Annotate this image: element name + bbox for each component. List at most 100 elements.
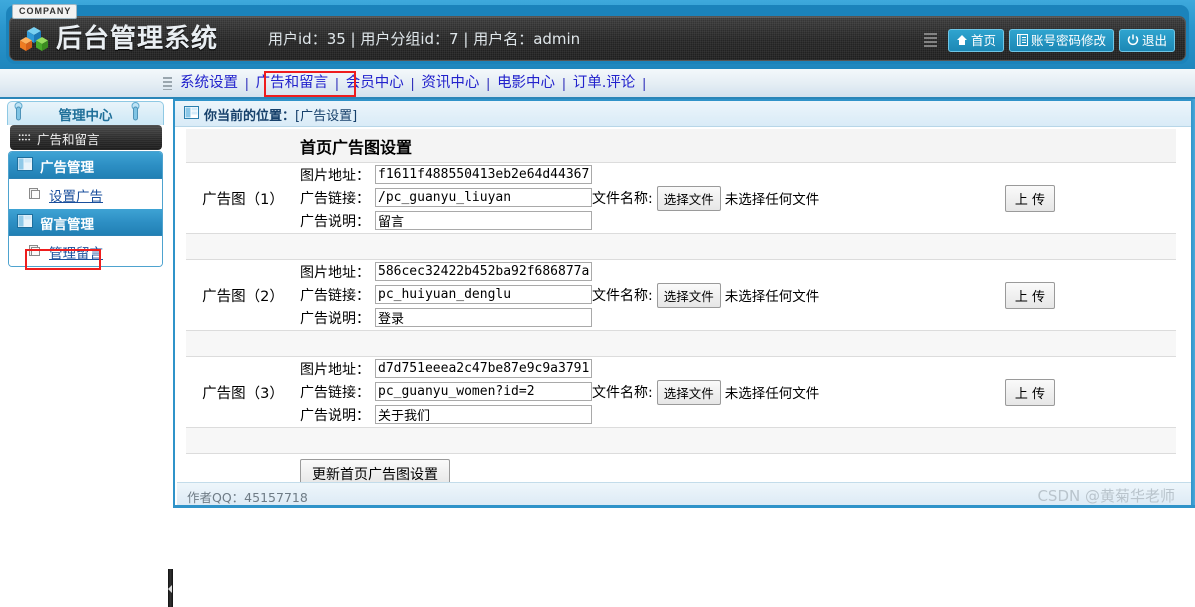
sidebar-section-label: 广告和留言 (37, 132, 100, 147)
home-icon (956, 34, 968, 46)
logout-button-label: 退出 (1141, 32, 1167, 48)
field-label-image-path: 图片地址： (300, 361, 370, 378)
note-icon (1016, 34, 1028, 46)
sidebar-group-label: 留言管理 (40, 217, 94, 233)
change-password-button[interactable]: 账号密码修改 (1008, 28, 1114, 52)
app-window: COMPANY 后台管理系统 用户id：35 | 用户分组id：7 | 用户名：… (0, 0, 1195, 607)
breadcrumb: 你当前的位置：[广告设置] (175, 101, 1195, 127)
table-spacer-row (186, 233, 1176, 260)
field-image-path: 图片地址： (300, 261, 592, 283)
image-path-input[interactable] (375, 165, 592, 184)
breadcrumb-current: [广告设置] (295, 109, 358, 124)
field-ad-desc: 广告说明： (300, 307, 592, 329)
spacer-cell (186, 330, 1176, 357)
sidebar-group-message-management[interactable]: 留言管理 (9, 209, 162, 236)
company-tag: COMPANY (12, 4, 78, 19)
sidebar-menu-panel: 广告管理 设置广告 留言管理 管理留言 (8, 151, 163, 267)
sidebar-splitter-handle[interactable] (168, 569, 173, 607)
field-label-ad-link: 广告链接： (300, 384, 370, 401)
sidebar: 管理中心 广告和留言 广告管理 设置广告 留言管理 管理留言 (0, 99, 173, 607)
spacer-cell (186, 233, 1176, 260)
ad-link-input[interactable] (375, 382, 592, 401)
file-name-label: 文件名称: (592, 191, 653, 207)
ad-row-label: 广告图（2） (186, 259, 300, 331)
power-icon (1127, 34, 1139, 46)
pin-left-icon (13, 102, 24, 121)
table-row: 广告图（2） 图片地址： 广告链接： 广告说明： (186, 259, 1176, 331)
ad-desc-input[interactable] (375, 405, 592, 424)
sidebar-item-label: 管理留言 (49, 246, 103, 262)
location-icon (184, 106, 199, 119)
field-ad-desc: 广告说明： (300, 404, 592, 426)
no-file-chosen-text: 未选择任何文件 (724, 386, 820, 402)
main-nav-items: 系统设置 | 广告和留言 | 会员中心 | 资讯中心 | 电影中心 | 订单.评… (163, 69, 647, 97)
sidebar-item-manage-messages[interactable]: 管理留言 (9, 236, 162, 266)
field-ad-link: 广告链接： (300, 381, 592, 403)
nav-item-news-center[interactable]: 资讯中心 (415, 69, 485, 97)
page-icon (29, 188, 41, 200)
header-bar: 后台管理系统 用户id：35 | 用户分组id：7 | 用户名：admin 首页… (9, 16, 1186, 61)
ad-desc-input[interactable] (375, 211, 592, 230)
upload-button[interactable]: 上 传 (1004, 378, 1056, 406)
field-label-ad-desc: 广告说明： (300, 407, 370, 424)
sidebar-item-label: 设置广告 (49, 189, 103, 205)
ad-link-input[interactable] (375, 188, 592, 207)
file-name-label: 文件名称: (592, 288, 653, 304)
ad-row-fields: 图片地址： 广告链接： 广告说明： (300, 259, 592, 331)
nav-grip-icon (163, 76, 172, 90)
ad-row-label: 广告图（1） (186, 162, 300, 234)
title-row-spacer (186, 129, 300, 163)
pin-right-icon (130, 102, 141, 121)
ad-row-fields: 图片地址： 广告链接： 广告说明： (300, 356, 592, 428)
panel-title: 首页广告图设置 (300, 137, 413, 157)
ad-row-upload-action: 上 传 (884, 356, 1176, 428)
ad-link-input[interactable] (375, 285, 592, 304)
ad-desc-input[interactable] (375, 308, 592, 327)
file-upload-group: 文件名称: 选择文件 未选择任何文件 (592, 282, 884, 308)
field-label-ad-link: 广告链接： (300, 190, 370, 207)
system-title: 后台管理系统 (56, 24, 219, 54)
nav-item-member-center[interactable]: 会员中心 (340, 69, 410, 97)
nav-item-orders-comments[interactable]: 订单.评论 (567, 69, 642, 97)
grid-dots-icon (18, 133, 31, 142)
field-label-ad-desc: 广告说明： (300, 213, 370, 230)
field-ad-desc: 广告说明： (300, 210, 592, 232)
panel-right-edge (1191, 99, 1195, 508)
field-label-ad-link: 广告链接： (300, 287, 370, 304)
main-nav: 系统设置 | 广告和留言 | 会员中心 | 资讯中心 | 电影中心 | 订单.评… (0, 69, 1195, 99)
ad-row-upload: 文件名称: 选择文件 未选择任何文件 (592, 356, 884, 428)
upload-button[interactable]: 上 传 (1004, 184, 1056, 212)
image-path-input[interactable] (375, 262, 592, 281)
author-qq: 作者QQ：45157718 (187, 490, 308, 505)
ad-row-label: 广告图（3） (186, 356, 300, 428)
sidebar-group-ad-management[interactable]: 广告管理 (9, 152, 162, 179)
field-image-path: 图片地址： (300, 358, 592, 380)
field-label-image-path: 图片地址： (300, 264, 370, 281)
nav-item-ads-and-messages[interactable]: 广告和留言 (250, 69, 335, 97)
no-file-chosen-text: 未选择任何文件 (724, 192, 820, 208)
window-icon (17, 214, 33, 228)
sidebar-item-set-ads[interactable]: 设置广告 (9, 179, 162, 209)
choose-file-button[interactable]: 选择文件 (656, 282, 721, 308)
page-icon (29, 245, 41, 257)
choose-file-button[interactable]: 选择文件 (656, 379, 721, 405)
spacer-cell (186, 427, 1176, 454)
breadcrumb-prefix: 你当前的位置： (204, 109, 296, 124)
choose-file-button[interactable]: 选择文件 (656, 185, 721, 211)
ad-row-fields: 图片地址： 广告链接： 广告说明： (300, 162, 592, 234)
ad-settings-table: 首页广告图设置 广告图（1） 图片地址： 广告链接： (186, 129, 1176, 495)
nav-item-system-settings[interactable]: 系统设置 (174, 69, 244, 97)
table-row: 广告图（3） 图片地址： 广告链接： 广告说明： (186, 356, 1176, 428)
file-upload-group: 文件名称: 选择文件 未选择任何文件 (592, 379, 884, 405)
upload-button[interactable]: 上 传 (1004, 281, 1056, 309)
cubes-logo-icon (20, 26, 50, 54)
file-upload-group: 文件名称: 选择文件 未选择任何文件 (592, 185, 884, 211)
ad-row-upload: 文件名称: 选择文件 未选择任何文件 (592, 259, 884, 331)
logout-button[interactable]: 退出 (1118, 28, 1175, 52)
image-path-input[interactable] (375, 359, 592, 378)
home-button[interactable]: 首页 (947, 28, 1004, 52)
watermark: CSDN @黄菊华老师 (1037, 487, 1175, 505)
nav-item-movie-center[interactable]: 电影中心 (491, 69, 561, 97)
ad-row-upload-action: 上 传 (884, 162, 1176, 234)
panel-title-cell: 首页广告图设置 (300, 129, 1176, 163)
